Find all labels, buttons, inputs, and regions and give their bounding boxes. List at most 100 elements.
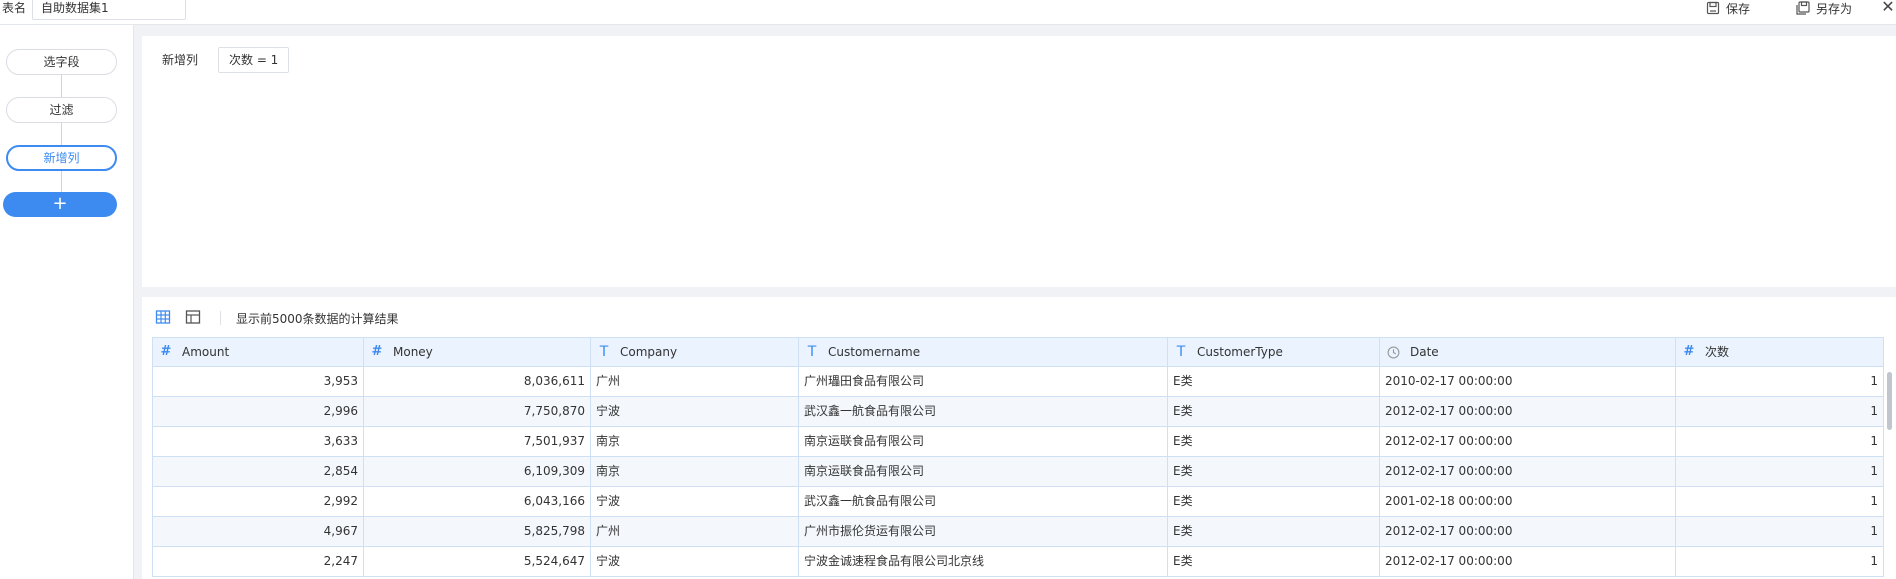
result-grid: # Amount # Money T Company T Customername TC… xyxy=(152,337,1884,577)
cell-amount: 2,992 xyxy=(153,487,364,516)
cell-count: 1 xyxy=(1870,494,1878,508)
cell-money: 7,750,870 xyxy=(364,397,591,426)
cell-count: 1 xyxy=(1870,404,1878,418)
cell-company: 宁波 xyxy=(591,547,799,576)
cell-money: 6,109,309 xyxy=(364,457,591,486)
text-type-icon: T xyxy=(807,344,817,360)
cell-customertype: E类 xyxy=(1168,397,1380,426)
column-header-customertype[interactable]: T CustomerType xyxy=(1168,338,1380,366)
save-as-icon xyxy=(1796,1,1810,15)
cell-customertype: E类 xyxy=(1168,517,1380,546)
cell-customername: 武汉鑫一航食品有限公司 xyxy=(799,487,1168,516)
top-bar: 表名 自助数据集1 保存 另存为 ✕ xyxy=(0,0,1896,25)
cell-date: 2012-02-17 00:00:00 xyxy=(1380,547,1676,576)
clock-icon xyxy=(1387,346,1400,358)
cell-money: 8,036,611 xyxy=(364,367,591,396)
cell-customername: 广州市振伦货运有限公司 xyxy=(799,517,1168,546)
vertical-scrollbar[interactable] xyxy=(1887,372,1892,430)
table-row: 2,247 5,524,647 宁波 宁波金诚速程食品有限公司北京线 E类 20… xyxy=(153,547,1883,577)
step-add-column[interactable]: 新增列 xyxy=(6,145,117,171)
table-row: 2,996 7,750,870 宁波 武汉鑫一航食品有限公司 E类 2012-0… xyxy=(153,397,1883,427)
table-row: 4,967 5,825,798 广州 广州市振伦货运有限公司 E类 2012-0… xyxy=(153,517,1883,547)
toolbar-divider xyxy=(220,311,221,325)
cell-count: 1 xyxy=(1870,464,1878,478)
step-connector xyxy=(61,123,62,145)
add-column-section-label: 新增列 xyxy=(162,53,199,67)
config-panel: 新增列 次数 = 1 xyxy=(142,36,1896,287)
column-header-company[interactable]: T Company xyxy=(591,338,799,366)
cell-count: 1 xyxy=(1870,554,1878,568)
add-step-button[interactable]: + xyxy=(3,192,117,217)
column-header-amount[interactable]: # Amount xyxy=(153,338,364,366)
cell-customertype: E类 xyxy=(1168,427,1380,456)
column-header-date[interactable]: Date xyxy=(1380,338,1676,366)
step-filter[interactable]: 过滤 xyxy=(6,97,117,123)
cell-customertype: E类 xyxy=(1168,487,1380,516)
table-row: 3,633 7,501,937 南京 南京运联食品有限公司 E类 2012-02… xyxy=(153,427,1883,457)
cell-amount: 2,854 xyxy=(153,457,364,486)
cell-amount: 3,953 xyxy=(153,367,364,396)
layout-view-icon[interactable] xyxy=(185,309,201,325)
cell-amount: 2,996 xyxy=(153,397,364,426)
result-toolbar: 显示前5000条数据的计算结果 xyxy=(142,297,1896,337)
cell-company: 宁波 xyxy=(591,397,799,426)
cell-count: 1 xyxy=(1870,524,1878,538)
cell-company: 南京 xyxy=(591,427,799,456)
save-as-label: 另存为 xyxy=(1816,1,1853,16)
number-type-icon: # xyxy=(1683,344,1695,359)
text-type-icon: T xyxy=(1176,344,1186,360)
cell-customername: 广州瓃田食品有限公司 xyxy=(799,367,1168,396)
cell-amount: 3,633 xyxy=(153,427,364,456)
number-type-icon: # xyxy=(371,344,383,359)
step-select-fields[interactable]: 选字段 xyxy=(6,49,117,75)
cell-customername: 南京运联食品有限公司 xyxy=(799,427,1168,456)
cell-customertype: E类 xyxy=(1168,547,1380,576)
table-row: 3,953 8,036,611 广州 广州瓃田食品有限公司 E类 2010-02… xyxy=(153,367,1883,397)
cell-date: 2001-02-18 00:00:00 xyxy=(1380,487,1676,516)
result-info-text: 显示前5000条数据的计算结果 xyxy=(236,312,399,326)
save-icon xyxy=(1706,1,1720,15)
table-name-input[interactable]: 自助数据集1 xyxy=(32,0,186,20)
table-view-icon[interactable] xyxy=(155,309,171,325)
cell-count: 1 xyxy=(1870,434,1878,448)
cell-money: 6,043,166 xyxy=(364,487,591,516)
cell-amount: 4,967 xyxy=(153,517,364,546)
number-type-icon: # xyxy=(160,344,172,359)
cell-date: 2010-02-17 00:00:00 xyxy=(1380,367,1676,396)
cell-customertype: E类 xyxy=(1168,457,1380,486)
save-button[interactable]: 保存 xyxy=(1706,0,1750,16)
cell-money: 5,524,647 xyxy=(364,547,591,576)
cell-date: 2012-02-17 00:00:00 xyxy=(1380,517,1676,546)
grid-header-row: # Amount # Money T Company T Customername TC… xyxy=(153,338,1883,367)
cell-company: 广州 xyxy=(591,517,799,546)
cell-customername: 宁波金诚速程食品有限公司北京线 xyxy=(799,547,1168,576)
cell-amount: 2,247 xyxy=(153,547,364,576)
cell-company: 广州 xyxy=(591,367,799,396)
cell-date: 2012-02-17 00:00:00 xyxy=(1380,427,1676,456)
cell-date: 2012-02-17 00:00:00 xyxy=(1380,397,1676,426)
table-row: 2,854 6,109,309 南京 南京运联食品有限公司 E类 2012-02… xyxy=(153,457,1883,487)
table-row: 2,992 6,043,166 宁波 武汉鑫一航食品有限公司 E类 2001-0… xyxy=(153,487,1883,517)
column-header-money[interactable]: # Money xyxy=(364,338,591,366)
cell-customertype: E类 xyxy=(1168,367,1380,396)
step-sidebar: 选字段 过滤 新增列 + xyxy=(0,25,134,579)
column-header-customername[interactable]: T Customername xyxy=(799,338,1168,366)
step-connector xyxy=(61,171,62,192)
text-type-icon: T xyxy=(599,344,609,360)
save-as-button[interactable]: 另存为 xyxy=(1796,0,1852,16)
column-header-count[interactable]: # 次数 xyxy=(1676,338,1883,366)
close-icon[interactable]: ✕ xyxy=(1880,0,1896,16)
result-panel: 显示前5000条数据的计算结果 # Amount # Money T Company … xyxy=(142,297,1896,579)
save-label: 保存 xyxy=(1726,1,1751,16)
cell-customername: 南京运联食品有限公司 xyxy=(799,457,1168,486)
cell-company: 南京 xyxy=(591,457,799,486)
cell-money: 7,501,937 xyxy=(364,427,591,456)
cell-customername: 武汉鑫一航食品有限公司 xyxy=(799,397,1168,426)
table-name-label: 表名 xyxy=(2,1,27,15)
cell-company: 宁波 xyxy=(591,487,799,516)
cell-money: 5,825,798 xyxy=(364,517,591,546)
cell-date: 2012-02-17 00:00:00 xyxy=(1380,457,1676,486)
cell-count: 1 xyxy=(1870,374,1878,388)
new-column-chip[interactable]: 次数 = 1 xyxy=(218,47,290,73)
step-connector xyxy=(61,75,62,97)
